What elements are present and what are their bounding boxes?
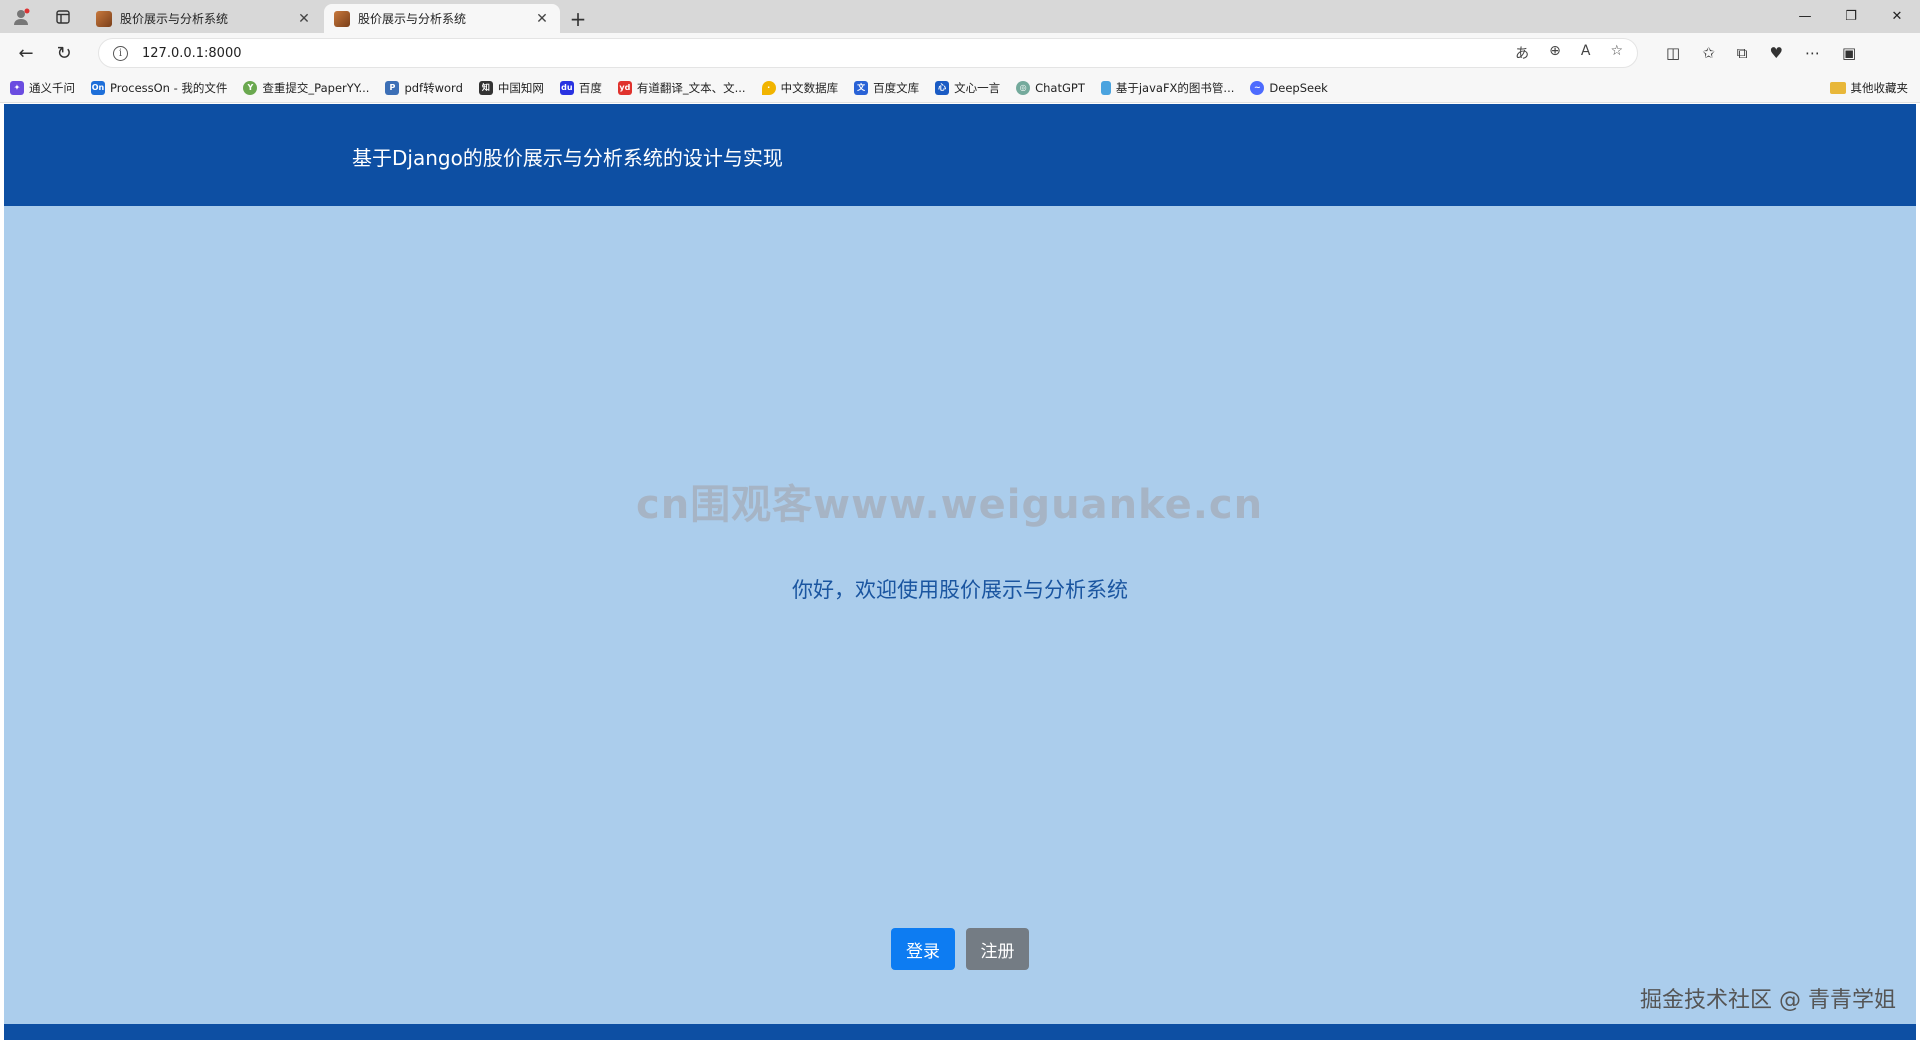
- bookmark-deepseek[interactable]: ~ DeepSeek: [1250, 80, 1328, 95]
- site-title: 基于Django的股价展示与分析系统的设计与实现: [352, 146, 783, 170]
- bookmark-label: 百度: [578, 80, 602, 95]
- bookmark-label: ChatGPT: [1035, 80, 1085, 95]
- bookmark-tongyi[interactable]: ✦ 通义千问: [10, 80, 75, 96]
- more-menu-icon[interactable]: ⋯: [1805, 44, 1820, 62]
- bookmark-processon[interactable]: On ProcessOn - 我的文件: [91, 80, 227, 96]
- pdf-icon: P: [385, 80, 400, 95]
- bookmark-label: pdf转word: [404, 80, 463, 95]
- site-favicon-icon: [334, 10, 350, 27]
- restore-icon[interactable]: ❐: [1828, 0, 1874, 33]
- split-screen-icon[interactable]: ◫: [1666, 44, 1680, 62]
- bookmark-baidu-wenku[interactable]: 文 百度文库: [854, 80, 919, 96]
- new-tab-icon[interactable]: +: [560, 4, 596, 33]
- other-bookmarks-label: 其他收藏夹: [1850, 80, 1909, 95]
- bookmark-label: DeepSeek: [1269, 80, 1328, 95]
- login-button[interactable]: 登录: [891, 928, 955, 970]
- bookmark-label: 中国知网: [497, 80, 544, 95]
- baidu-icon: du: [559, 80, 574, 95]
- address-tools: あ ⊕ A ☆: [1515, 43, 1623, 63]
- chatgpt-icon: ◎: [1016, 80, 1031, 95]
- bookmark-label: 文心一言: [954, 80, 1001, 95]
- bookmark-paperyy[interactable]: Y 查重提交_PaperYY...: [243, 80, 369, 96]
- url-text[interactable]: 127.0.0.1:8000: [142, 46, 1501, 61]
- bookmark-javafx[interactable]: 基于javaFX的图书管...: [1100, 80, 1235, 96]
- bookmark-wenxin[interactable]: 心 文心一言: [935, 80, 1000, 96]
- read-aloud-icon[interactable]: A: [1581, 43, 1591, 63]
- bookmarks-bar: ✦ 通义千问 On ProcessOn - 我的文件 Y 查重提交_PaperY…: [0, 73, 1920, 103]
- window-controls: — ❐ ✕: [1782, 0, 1920, 33]
- other-bookmarks-folder[interactable]: 其他收藏夹: [1829, 80, 1909, 96]
- reload-icon[interactable]: ↻: [46, 37, 82, 69]
- bookmark-pdf2word[interactable]: P pdf转word: [385, 80, 463, 96]
- bookmark-cnki[interactable]: 知 中国知网: [478, 80, 544, 96]
- toolbar-right: ◫ ✩ ⧉ ♥ ⋯ ▣: [1666, 44, 1856, 62]
- processon-icon: On: [91, 80, 105, 95]
- site-favicon-icon: [96, 10, 112, 27]
- site-watermark: cn围观客www.weiguanke.cn: [636, 482, 1264, 528]
- tab-actions-icon[interactable]: [42, 0, 84, 33]
- register-button[interactable]: 注册: [966, 928, 1029, 970]
- tab-title: 股价展示与分析系统: [120, 12, 229, 26]
- browser-tab-2[interactable]: 股价展示与分析系统 ✕: [324, 4, 560, 33]
- welcome-message: 你好，欢迎使用股价展示与分析系统: [792, 578, 1128, 602]
- browser-toolbar: ← ↻ i 127.0.0.1:8000 あ ⊕ A ☆ ◫ ✩ ⧉ ♥ ⋯ ▣: [0, 33, 1920, 73]
- tongyi-icon: ✦: [10, 80, 24, 95]
- browser-tab-1[interactable]: 股价展示与分析系统 ✕: [86, 4, 322, 33]
- favorites-icon[interactable]: ✩: [1702, 44, 1715, 62]
- bookmark-chinese-db[interactable]: · 中文数据库: [761, 80, 839, 96]
- paperyy-icon: Y: [243, 80, 258, 95]
- close-window-icon[interactable]: ✕: [1874, 0, 1920, 33]
- auth-buttons: 登录 注册: [891, 928, 1029, 970]
- cnki-icon: 知: [478, 80, 493, 95]
- page-viewport: 基于Django的股价展示与分析系统的设计与实现 cn围观客www.weigua…: [4, 104, 1916, 1040]
- bookmark-label: 有道翻译_文本、文...: [636, 80, 746, 95]
- close-tab-icon[interactable]: ✕: [534, 11, 550, 27]
- bookmark-youdao[interactable]: yd 有道翻译_文本、文...: [617, 80, 746, 96]
- collections-icon[interactable]: ⧉: [1737, 44, 1748, 62]
- translate-icon[interactable]: あ: [1515, 43, 1529, 63]
- back-icon[interactable]: ←: [8, 37, 44, 69]
- zoom-icon[interactable]: ⊕: [1549, 43, 1561, 63]
- bookmark-baidu[interactable]: du 百度: [559, 80, 602, 96]
- bookmark-label: 中文数据库: [780, 80, 839, 95]
- bookmark-label: 百度文库: [873, 80, 920, 95]
- extensions-icon[interactable]: ♥: [1769, 44, 1782, 62]
- deepseek-icon: ~: [1250, 80, 1265, 95]
- bookmark-chatgpt[interactable]: ◎ ChatGPT: [1016, 80, 1085, 95]
- favorite-star-icon[interactable]: ☆: [1610, 43, 1623, 63]
- juejin-watermark: 掘金技术社区 @ 青青学姐: [1640, 988, 1896, 1013]
- tab-title: 股价展示与分析系统: [358, 12, 467, 26]
- bookmark-label: 通义千问: [29, 80, 75, 95]
- sidebar-toggle-icon[interactable]: ▣: [1842, 44, 1856, 62]
- bookmark-label: ProcessOn - 我的文件: [110, 80, 228, 95]
- location-icon: ·: [761, 80, 776, 95]
- doc-icon: [1100, 80, 1111, 95]
- profile-icon[interactable]: [0, 0, 42, 33]
- youdao-icon: yd: [617, 80, 632, 95]
- site-header: 基于Django的股价展示与分析系统的设计与实现: [4, 104, 1916, 206]
- wenxin-icon: 心: [935, 80, 950, 95]
- minimize-icon[interactable]: —: [1782, 0, 1828, 33]
- site-info-icon[interactable]: i: [113, 45, 128, 61]
- close-tab-icon[interactable]: ✕: [296, 11, 312, 27]
- tab-strip: 股价展示与分析系统 ✕ 股价展示与分析系统 ✕ + — ❐ ✕: [0, 0, 1920, 33]
- folder-icon: [1829, 81, 1846, 94]
- site-footer: [4, 1024, 1916, 1040]
- bookmark-label: 基于javaFX的图书管...: [1115, 80, 1235, 95]
- bookmark-label: 查重提交_PaperYY...: [262, 80, 370, 95]
- address-bar[interactable]: i 127.0.0.1:8000 あ ⊕ A ☆: [98, 38, 1638, 68]
- wenku-icon: 文: [854, 80, 869, 95]
